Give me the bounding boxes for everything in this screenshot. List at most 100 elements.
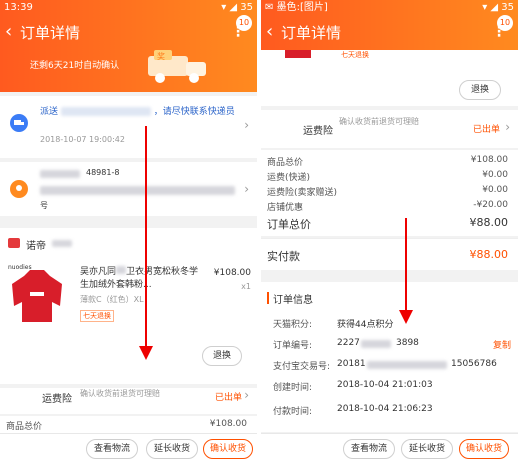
phone-partial: 48981-8 (86, 168, 120, 177)
return-policy-tag: 七天退换 (80, 310, 114, 322)
annotation-arrow-line (405, 218, 407, 312)
paid-row: 实付款 ¥88.00 (261, 238, 518, 270)
refund-button[interactable]: 退换 (202, 346, 242, 366)
confirm-receipt-button[interactable]: 确认收货 (459, 439, 509, 459)
copy-button[interactable]: 复制 (493, 338, 511, 351)
status-bar: 13:39 ▾ ◢ 35 (0, 0, 257, 16)
paid-value: ¥88.00 (469, 248, 509, 261)
bottom-action-bar: 查看物流 延长收货 确认收货 (261, 433, 518, 463)
redacted-trade-number (367, 361, 447, 369)
title-bar: ‹ 订单详情 ⋮ 10 (261, 15, 518, 50)
order-total-label: 订单总价 (267, 218, 311, 231)
paid-label: 实付款 (267, 250, 300, 263)
info-label: 天猫积分: (273, 320, 313, 330)
info-label: 订单编号: (273, 341, 313, 351)
insurance-desc: 确认收货前退货可理赔 (80, 389, 160, 398)
delivery-status: 派送 ，请尽快联系快递员 (40, 104, 240, 117)
annotation-arrow-head (139, 346, 153, 360)
price-breakdown: 商品总价 ¥108.00 运费(快递) ¥0.00 运费险(卖家赠送) ¥0.0… (261, 150, 518, 236)
price-row-cut: 商品总价 ¥108.00 (0, 416, 257, 434)
chevron-right-icon: › (244, 388, 249, 402)
chevron-right-icon: › (244, 182, 249, 196)
insurance-status: 已出单 (215, 393, 243, 403)
bottom-action-bar: 查看物流 延长收货 确认收货 (0, 433, 257, 463)
left-screenshot: 13:39 ▾ ◢ 35 ‹ 订单详情 ⋮ 10 还剩6天21时自动确认 奖 派… (0, 0, 257, 463)
price-row-value: ¥0.00 (482, 185, 508, 195)
price-row-label: 运费险(卖家赠送) (267, 188, 338, 198)
confirm-receipt-button[interactable]: 确认收货 (203, 439, 253, 459)
redacted-text (116, 266, 127, 274)
battery-level: 35 (501, 2, 514, 13)
product-title-part: 加绒外套韩粉... (89, 280, 152, 290)
paid-time: 2018-10-04 21:06:23 (337, 404, 433, 414)
shop-name[interactable]: 诺帝 (26, 237, 46, 252)
order-number-tail: 3898 (396, 338, 419, 348)
extend-receipt-button[interactable]: 延长收货 (146, 439, 198, 459)
product-card-partial: 七天退换 退换 (261, 50, 518, 106)
page-title: 订单详情 (281, 24, 342, 42)
section-marker (267, 292, 269, 304)
product-card: 诺帝 nuodies 吴亦凡同 卫衣男宽松秋冬学生加绒外套韩粉... ¥108.0… (0, 228, 257, 384)
status-time: 13:39 (4, 2, 33, 13)
status-app-icon: ✉ (265, 2, 277, 13)
order-status-hero: 还剩6天21时自动确认 奖 (0, 50, 257, 90)
delivery-time: 2018-10-07 19:00:42 (40, 135, 125, 144)
order-info-card: 订单信息 天猫积分: 获得44点积分 订单编号: 2227 3898 复制 支付… (261, 282, 518, 432)
address-extra: 号 (40, 201, 48, 210)
message-badge: 10 (236, 15, 252, 31)
page-title: 订单详情 (20, 24, 81, 42)
product-image-partial (285, 50, 311, 58)
trade-number-tail: 15056786 (451, 359, 497, 369)
redacted-shop (52, 240, 72, 247)
redacted-name (40, 170, 80, 178)
refund-button[interactable]: 退换 (459, 80, 501, 100)
price-row-value: -¥20.00 (473, 200, 508, 210)
delivery-status-prefix: 派送 (40, 107, 59, 117)
price-row-label: 商品总价 (267, 158, 304, 168)
insurance-desc: 确认收货前退货可理赔 (339, 117, 419, 126)
logistics-card[interactable]: 派送 ，请尽快联系快递员 2018-10-07 19:00:42 › (0, 96, 257, 158)
battery-level: 35 (240, 2, 253, 13)
address-card[interactable]: 48981-8 号 › (0, 162, 257, 216)
view-logistics-button[interactable]: 查看物流 (343, 439, 395, 459)
info-label: 付款时间: (273, 407, 313, 417)
status-right: ▾ ◢ 35 (482, 2, 514, 13)
redacted-order-number (361, 340, 391, 348)
product-sku: 薄款C（红色）XL (80, 295, 144, 304)
info-value: 获得44点积分 (337, 320, 394, 330)
price-row-label: 店铺优惠 (267, 203, 304, 213)
shipping-insurance-row[interactable]: 运费险 确认收货前退货可理赔 已出单 › (261, 110, 518, 148)
info-label: 支付宝交易号: (273, 362, 331, 372)
extend-receipt-button[interactable]: 延长收货 (401, 439, 453, 459)
status-caption: [图片] (299, 2, 328, 13)
product-image[interactable]: nuodies (6, 262, 68, 324)
order-total-value: ¥88.00 (469, 216, 509, 229)
message-badge: 10 (497, 15, 513, 31)
delivery-truck-illustration (148, 50, 206, 83)
status-bar: ✉ 墨色:[图片] ▾ ◢ 35 (261, 0, 518, 16)
shipping-insurance-row[interactable]: 运费险 确认收货前退货可理赔 已出单 › (0, 388, 257, 414)
back-icon[interactable]: ‹ (5, 22, 12, 42)
alipay-trade-number: 20181 (337, 359, 366, 369)
product-price: ¥108.00 (213, 268, 251, 278)
delivery-status-suffix: ，请尽快联系快递员 (153, 107, 235, 117)
insurance-label: 运费险 (303, 126, 333, 137)
order-number: 2227 (337, 338, 360, 348)
product-title[interactable]: 吴亦凡同 卫衣男宽松秋冬学生加绒外套韩粉... (80, 266, 200, 292)
truck-icon (10, 114, 28, 132)
return-policy-tag: 七天退换 (341, 51, 369, 59)
info-label: 创建时间: (273, 383, 313, 393)
price-row-value: ¥0.00 (482, 170, 508, 180)
product-qty: x1 (241, 282, 251, 291)
redacted-text (60, 107, 151, 116)
order-info-header: 订单信息 (273, 295, 313, 306)
status-right: ▾ ◢ 35 (221, 2, 253, 13)
auto-confirm-text: 还剩6天21时自动确认 (30, 61, 120, 71)
product-title-part: 吴亦凡同 (80, 267, 117, 277)
chevron-right-icon: › (244, 118, 249, 132)
back-icon[interactable]: ‹ (266, 22, 273, 42)
right-screenshot: ✉ 墨色:[图片] ▾ ◢ 35 ‹ 订单详情 ⋮ 10 七天退换 退换 运费险… (261, 0, 518, 463)
view-logistics-button[interactable]: 查看物流 (86, 439, 138, 459)
price-row-label: 商品总价 (6, 422, 43, 432)
price-row-value: ¥108.00 (470, 155, 508, 165)
